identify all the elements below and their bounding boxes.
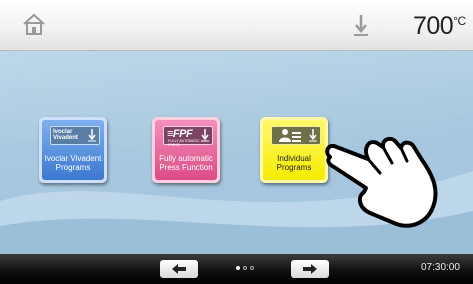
users-icon [271,126,321,145]
arrow-left-icon [172,264,186,274]
program-area: Ivoclar Vivadent Ivoclar Vivadent Program… [0,51,473,254]
temperature-value: 700 [413,12,454,40]
furnace-screen: 700°C Ivoclar Vivadent Ivoclar Vivadent P… [0,0,473,284]
clock: 07:30:00 [421,262,460,273]
fpf-logo-icon: ≡FPF FULLY AUTOMATIC PRESS [163,126,213,147]
temperature-unit: °C [453,14,466,28]
temperature-display: 700°C [413,12,466,41]
home-icon[interactable] [21,11,47,37]
tile-individual-programs[interactable]: Individual Programs [260,117,328,183]
next-page-button[interactable] [291,260,329,278]
pointing-hand-icon [325,136,438,228]
tile-label: Ivoclar Vivadent Programs [44,154,102,172]
ivoclar-logo-icon: Ivoclar Vivadent [50,126,100,145]
tile-label: Individual Programs [276,154,312,172]
tile-label: Fully automatic Press Function [159,154,213,172]
top-bar: 700°C [0,0,473,51]
tile-fully-automatic-press-function[interactable]: ≡FPF FULLY AUTOMATIC PRESS Fully automat… [152,117,220,183]
page-dot [243,266,247,270]
temperature-arrow-icon [354,15,368,36]
page-dot-active [236,266,240,270]
arrow-right-icon [303,264,317,274]
page-dot [250,266,254,270]
tile-ivoclar-vivadent-programs[interactable]: Ivoclar Vivadent Ivoclar Vivadent Program… [39,117,107,183]
page-indicator [236,266,257,284]
prev-page-button[interactable] [160,260,198,278]
bottom-bar: 07:30:00 [0,254,473,284]
